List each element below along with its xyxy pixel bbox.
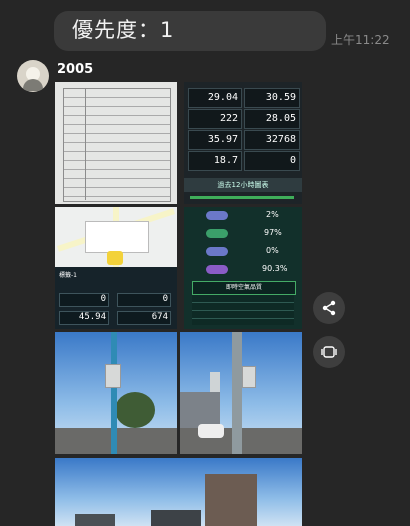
aq-value: 90.3%: [262, 264, 288, 273]
aq-pill: [206, 265, 228, 274]
dash-value: 0: [289, 155, 296, 166]
dash-chart-line: [190, 196, 294, 199]
form-page: [63, 88, 171, 202]
image-street-pole-2[interactable]: [180, 332, 302, 454]
sensor-box: [242, 366, 256, 388]
aq-pill: [206, 229, 228, 238]
map-panel-title: 標籤-1: [59, 272, 77, 279]
pole: [111, 332, 117, 454]
dash-cell: 29.04: [188, 88, 242, 108]
dash-value: 28.05: [265, 113, 296, 124]
aq-pill: [206, 211, 228, 220]
pole: [232, 332, 242, 454]
image-air-quality[interactable]: 2% 97% 0% 90.3% 即時空氣品質: [184, 207, 302, 329]
screen-button[interactable]: [313, 336, 345, 368]
dash-value: 30.59: [265, 92, 296, 103]
share-button[interactable]: [313, 292, 345, 324]
aq-table: [192, 295, 294, 325]
aq-pill: [206, 247, 228, 256]
dash-chart-title: 過去12小時圖表: [184, 178, 302, 192]
image-map[interactable]: 標籤-1 0 0 45.94 674: [55, 207, 177, 329]
map-popup: [85, 221, 149, 253]
building: [205, 474, 257, 526]
dash-cell: 18.7: [188, 151, 242, 171]
map-data-panel: 標籤-1 0 0 45.94 674: [55, 267, 177, 329]
aq-value: 0%: [266, 246, 279, 255]
map-value: 0: [59, 293, 109, 307]
dash-value: 32768: [265, 134, 296, 145]
message-text: 優先度：1: [72, 18, 175, 42]
building: [151, 510, 201, 526]
image-form-document[interactable]: [55, 82, 177, 204]
aq-value: 2%: [266, 210, 279, 219]
share-icon: [322, 300, 336, 316]
image-dashboard[interactable]: 29.04 30.59 222 28.05 35.97 32768 18.7 0…: [184, 82, 302, 204]
message-time: 上午11:22: [331, 33, 390, 47]
map-marker-icon: [107, 251, 123, 265]
dash-value: 222: [219, 113, 238, 124]
car: [198, 424, 224, 438]
dash-cell: 35.97: [188, 130, 242, 150]
building: [75, 514, 115, 526]
map-value: 674: [117, 311, 171, 325]
dash-value: 35.97: [207, 134, 238, 145]
map-value: 0: [117, 293, 171, 307]
image-buildings[interactable]: [55, 458, 302, 526]
form-column-line: [85, 88, 86, 200]
avatar[interactable]: [17, 60, 49, 92]
dash-value: 18.7: [213, 155, 238, 166]
map-value: 45.94: [59, 311, 109, 325]
sensor-box: [105, 364, 121, 388]
dash-cell: 32768: [244, 130, 300, 150]
dash-cell: 30.59: [244, 88, 300, 108]
dash-cell: 28.05: [244, 109, 300, 129]
avatar-body: [23, 79, 43, 91]
aq-table-title: 即時空氣品質: [192, 281, 296, 295]
image-street-pole-1[interactable]: [55, 332, 177, 454]
dash-cell: 222: [188, 109, 242, 129]
dash-cell: 0: [244, 151, 300, 171]
screen-icon: [321, 346, 337, 358]
dash-value: 29.04: [207, 92, 238, 103]
tree: [115, 392, 155, 428]
sender-name: 2005: [57, 62, 94, 77]
aq-value: 97%: [264, 228, 282, 237]
